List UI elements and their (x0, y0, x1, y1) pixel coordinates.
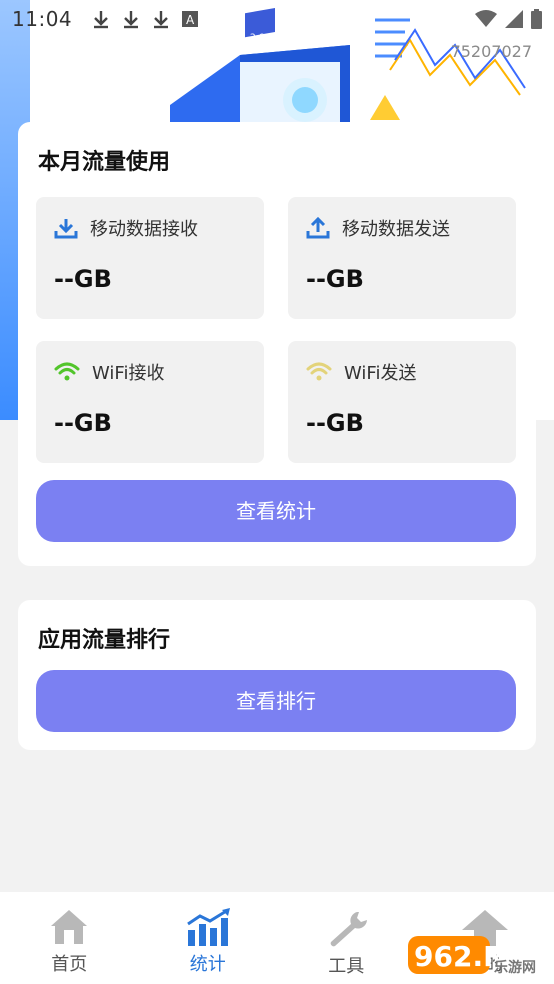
mobile-receive-label: 移动数据接收 (90, 219, 198, 240)
svg-text:A: A (186, 13, 195, 27)
nav-label-statistics: 统计 (189, 954, 226, 975)
wrench-icon (330, 912, 368, 947)
app-ranking-title: 应用流量排行 (38, 628, 171, 653)
font-icon: A (182, 11, 199, 27)
mobile-receive-tile[interactable]: 移动数据接收 --GB (36, 197, 264, 319)
wifi-send-tile[interactable]: WiFi发送 --GB (288, 341, 516, 463)
status-notification-icons: A (92, 9, 199, 29)
watermark-subtext: 乐游网 (494, 959, 536, 976)
wifi-send-value: --GB (306, 409, 364, 437)
mobile-receive-value: --GB (54, 265, 112, 293)
mobile-send-value: --GB (306, 265, 364, 293)
monthly-usage-title: 本月流量使用 (38, 150, 171, 175)
mobile-send-label: 移动数据发送 (342, 219, 450, 240)
wifi-send-label: WiFi发送 (344, 363, 417, 384)
user-id: 75207027 (450, 42, 532, 61)
watermark-logo: 962.NET 乐游网 (408, 936, 545, 976)
wifi-icon (306, 362, 332, 381)
download-icon (94, 11, 109, 29)
mobile-send-tile[interactable]: 移动数据发送 --GB (288, 197, 516, 319)
download-tray-icon (54, 219, 78, 239)
view-statistics-button[interactable]: 查看统计 (36, 480, 516, 542)
wifi-receive-label: WiFi接收 (92, 363, 165, 384)
home-icon (51, 910, 88, 944)
wifi-receive-value: --GB (54, 409, 112, 437)
status-time: 11:04 (12, 7, 73, 31)
status-system-icons (475, 9, 542, 29)
status-bar: 11:04 A (0, 0, 554, 38)
app-ranking-card: 应用流量排行 查看排行 (18, 600, 536, 750)
nav-item-home[interactable]: 首页 (0, 892, 139, 984)
battery-icon (531, 9, 542, 29)
view-ranking-button[interactable]: 查看排行 (36, 670, 516, 732)
nav-label-home: 首页 (51, 954, 88, 975)
bar-chart-icon (186, 908, 230, 946)
download-icon (154, 11, 169, 29)
upload-tray-icon (306, 216, 330, 239)
wifi-icon (475, 10, 497, 27)
site-watermark: 962.NET 乐游网 (408, 932, 548, 978)
nav-label-tools: 工具 (328, 956, 365, 977)
nav-item-tools[interactable]: 工具 (277, 892, 416, 984)
nav-item-statistics[interactable]: 统计 (139, 892, 278, 984)
signal-icon (505, 10, 523, 28)
wifi-receive-tile[interactable]: WiFi接收 --GB (36, 341, 264, 463)
download-icon (124, 11, 139, 29)
monthly-usage-card: 本月流量使用 移动数据接收 --GB 移动数据发送 --GB WiFi接收 --… (18, 122, 536, 566)
wifi-icon (54, 362, 80, 381)
